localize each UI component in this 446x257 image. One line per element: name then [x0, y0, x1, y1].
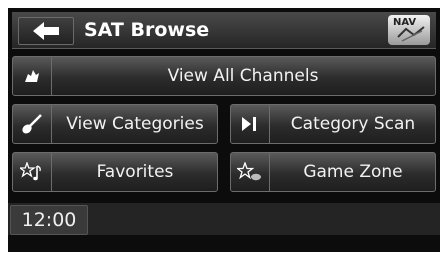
category-scan-label: Category Scan	[290, 114, 416, 134]
game-zone-button[interactable]: Game Zone	[230, 152, 436, 192]
star-ball-icon	[231, 153, 270, 191]
back-button[interactable]	[18, 17, 74, 45]
view-all-channels-label: View All Channels	[167, 66, 319, 86]
map-icon	[397, 26, 425, 42]
view-all-channels-button[interactable]: View All Channels	[12, 56, 436, 96]
favorites-label: Favorites	[96, 162, 174, 182]
star-note-icon	[13, 153, 52, 191]
favorites-button[interactable]: Favorites	[12, 152, 218, 192]
view-categories-button[interactable]: View Categories	[12, 104, 218, 144]
skip-next-icon	[231, 105, 270, 143]
status-bar: 12:00	[8, 203, 440, 235]
category-scan-button[interactable]: Category Scan	[230, 104, 436, 144]
header-bar: SAT Browse NAV	[12, 12, 436, 49]
nav-button[interactable]: NAV	[388, 15, 430, 45]
guitar-icon	[13, 105, 52, 143]
sat-browse-screen: SAT Browse NAV View All Channels View Ca…	[8, 8, 440, 252]
page-title: SAT Browse	[84, 19, 210, 41]
left-arrow-icon	[33, 22, 59, 40]
view-categories-label: View Categories	[66, 114, 204, 134]
clock[interactable]: 12:00	[10, 205, 88, 235]
game-zone-label: Game Zone	[303, 162, 403, 182]
satellite-dog-icon	[13, 57, 52, 95]
